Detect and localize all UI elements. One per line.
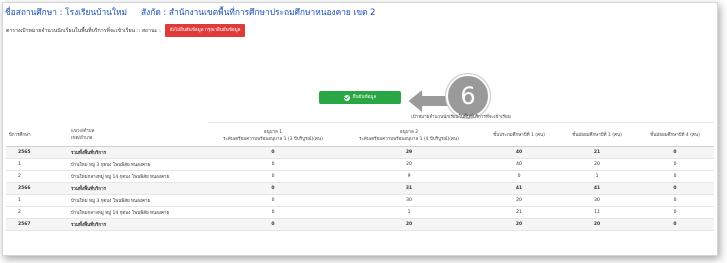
status-line: ตารางเป้าหมายจำนวนนักเรียนในพื้นที่บริกา… xyxy=(6,24,246,37)
confirm-button[interactable]: ยืนยันข้อมูล xyxy=(319,91,401,104)
cell-m1: 1 xyxy=(558,170,636,183)
summary-row: 2566 รวมทั้งพื้นที่บริการ 0 31 41 41 0 xyxy=(6,182,714,195)
column-header-label: ปีการศึกษา xyxy=(9,132,31,138)
column-header: ชั้นมัธยมศึกษาปีที่ 4 (คน) xyxy=(636,122,714,147)
cell-k1: 0 xyxy=(208,206,338,219)
table-row: 2 บ้านใหม่กลางหมู่ หมู่ 14 กุดบง โพนพิสัย… xyxy=(6,170,714,183)
column-header-sublabel: เขต/อำเภอ xyxy=(71,136,93,142)
cell-k1: 0 xyxy=(208,146,338,159)
cell-m1: 30 xyxy=(558,194,636,207)
column-header-label: อนุบาล 1 xyxy=(263,129,283,135)
cell-m4: 0 xyxy=(636,218,714,231)
summary-row: 2565 รวมทั้งพื้นที่บริการ 0 29 40 21 0 xyxy=(6,146,714,159)
cell-m1: 41 xyxy=(558,182,636,195)
column-header: อนุบาล 2 ระดับเตรียมความพร้อมอนุบาล 1 (4 … xyxy=(338,122,480,147)
cell-year: 2566 xyxy=(6,182,68,195)
table-column-header-row: ปีการศึกษา แขวง/ตำบล เขต/อำเภอ อนุบาล 1 ระดั… xyxy=(6,122,714,147)
table-body: 2565 รวมทั้งพื้นที่บริการ 0 29 40 21 0 1 บ้านใหม… xyxy=(6,146,714,231)
cell-p1: 0 xyxy=(480,170,558,183)
cell-m4: 0 xyxy=(636,182,714,195)
cell-m4: 0 xyxy=(636,158,714,171)
column-header: ชั้นประถมศึกษาปีที่ 1 (คน) xyxy=(480,122,558,147)
column-header-sublabel: ระดับเตรียมความพร้อมอนุบาล 1 (4 ปีบริบูร… xyxy=(359,136,459,142)
cell-p1: 20 xyxy=(480,218,558,231)
school-name: ชื่อสถานศึกษา : โรงเรียนบ้านใหม่ xyxy=(5,7,128,17)
cell-area: รวมทั้งพื้นที่บริการ xyxy=(68,146,208,159)
column-header-label: ชั้นมัธยมศึกษาปีที่ 4 (คน) xyxy=(650,133,700,138)
table-row: 2 บ้านใหม่กลางหมู่ หมู่ 14 กุดบง โพนพิสัย… xyxy=(6,206,714,219)
cell-area: บ้านใหม่กลางหมู่ หมู่ 14 กุดบง โพนพิสัย … xyxy=(68,206,208,219)
status-button[interactable]: ยังไม่ยืนยันข้อมูล กรุณายืนยันข้อมูล xyxy=(164,24,246,37)
cell-m4: 0 xyxy=(636,206,714,219)
column-header-label: แขวง/ตำบล xyxy=(71,129,95,135)
column-header-label: ชั้นประถมศึกษาปีที่ 1 (คน) xyxy=(493,133,545,138)
table-row: 1 บ้านใหม่ หมู่ 3 กุดบง โพนพิสัย หนองคาย 0… xyxy=(6,194,714,207)
cell-m4: 0 xyxy=(636,194,714,207)
cell-k2: 29 xyxy=(338,146,480,159)
cell-k2: 1 xyxy=(338,206,480,219)
cell-k1: 0 xyxy=(208,170,338,183)
table-group-header-row: เป้าหมายจำนวนนักเรียนในพื้นที่บริการที่จ… xyxy=(6,111,714,123)
cell-k2: 30 xyxy=(338,194,480,207)
cell-year: 1 xyxy=(6,158,68,171)
affiliation-name: สังกัด : สำนักงานเขตพื้นที่การศึกษาประถม… xyxy=(141,7,376,17)
cell-m4: 0 xyxy=(636,146,714,159)
column-header-sublabel: ระดับเตรียมความพร้อมอนุบาล 1 (3 ปีบริบูร… xyxy=(223,136,323,142)
target-table: เป้าหมายจำนวนนักเรียนในพื้นที่บริการที่จ… xyxy=(6,111,714,231)
column-header-label: อนุบาล 2 xyxy=(399,129,419,135)
cell-p1: 21 xyxy=(480,206,558,219)
cell-m1: 20 xyxy=(558,158,636,171)
cell-k2: 20 xyxy=(338,218,480,231)
column-header: ปีการศึกษา xyxy=(6,122,68,147)
cell-k2: 9 xyxy=(338,170,480,183)
cell-k2: 31 xyxy=(338,182,480,195)
cell-area: บ้านใหม่กลางหมู่ หมู่ 14 กุดบง โพนพิสัย … xyxy=(68,170,208,183)
cell-m4: 0 xyxy=(636,170,714,183)
cell-k1: 0 xyxy=(208,182,338,195)
cell-year: 2567 xyxy=(6,218,68,231)
cell-m1: 21 xyxy=(558,146,636,159)
confirm-button-label: ยืนยันข้อมูล xyxy=(352,95,377,100)
cell-k1: 0 xyxy=(208,218,338,231)
cell-m1: 20 xyxy=(558,218,636,231)
column-header-label: ชั้นมัธยมศึกษาปีที่ 1 (คน) xyxy=(572,133,622,138)
cell-p1: 40 xyxy=(480,158,558,171)
cell-year: 1 xyxy=(6,194,68,207)
table-row: 1 บ้านใหม่ หมู่ 3 กุดบง โพนพิสัย หนองคาย 0… xyxy=(6,158,714,171)
cell-p1: 20 xyxy=(480,194,558,207)
column-header: อนุบาล 1 ระดับเตรียมความพร้อมอนุบาล 1 (3 … xyxy=(208,122,338,147)
cell-area: รวมทั้งพื้นที่บริการ xyxy=(68,218,208,231)
cell-k2: 20 xyxy=(338,158,480,171)
cell-year: 2565 xyxy=(6,146,68,159)
cell-k1: 0 xyxy=(208,158,338,171)
page-frame: ชื่อสถานศึกษา : โรงเรียนบ้านใหม่ สังกัด :… xyxy=(2,2,718,256)
cell-k1: 0 xyxy=(208,194,338,207)
column-header: ชั้นมัธยมศึกษาปีที่ 1 (คน) xyxy=(558,122,636,147)
cell-year: 2 xyxy=(6,170,68,183)
cell-area: บ้านใหม่ หมู่ 3 กุดบง โพนพิสัย หนองคาย xyxy=(68,194,208,207)
page-title: ชื่อสถานศึกษา : โรงเรียนบ้านใหม่ สังกัด :… xyxy=(5,5,375,19)
cell-area: บ้านใหม่ หมู่ 3 กุดบง โพนพิสัย หนองคาย xyxy=(68,158,208,171)
check-circle-icon xyxy=(343,94,350,101)
cell-year: 2 xyxy=(6,206,68,219)
cell-area: รวมทั้งพื้นที่บริการ xyxy=(68,182,208,195)
cell-m1: 11 xyxy=(558,206,636,219)
status-label: ตารางเป้าหมายจำนวนนักเรียนในพื้นที่บริกา… xyxy=(6,27,161,34)
summary-row: 2567 รวมทั้งพื้นที่บริการ 0 20 20 20 0 xyxy=(6,218,714,231)
cell-p1: 41 xyxy=(480,182,558,195)
cell-p1: 40 xyxy=(480,146,558,159)
group-header: เป้าหมายจำนวนนักเรียนในพื้นที่บริการที่จ… xyxy=(208,111,714,123)
column-header: แขวง/ตำบล เขต/อำเภอ xyxy=(68,122,208,147)
